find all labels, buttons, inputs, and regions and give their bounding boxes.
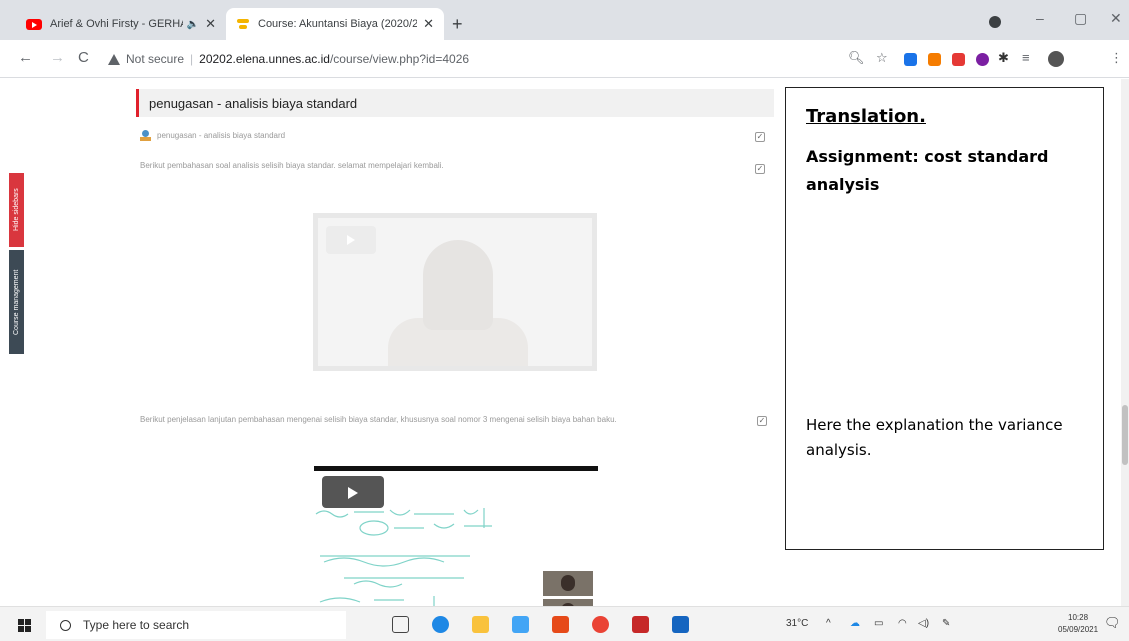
video-top-bar bbox=[314, 466, 598, 471]
puzzle-extensions-icon[interactable]: ✱ bbox=[998, 50, 1009, 66]
tab-title: Arief & Ovhi Firsty - GERHA bbox=[50, 18, 183, 30]
pdf-reader-icon[interactable] bbox=[632, 616, 649, 633]
edge-browser-icon[interactable] bbox=[432, 616, 449, 633]
completion-checkbox[interactable]: ✓ bbox=[757, 416, 767, 426]
back-button[interactable]: ← bbox=[18, 49, 33, 66]
translation-annotation: Translation. Assignment: cost standard a… bbox=[785, 87, 1104, 550]
participant-head bbox=[561, 575, 575, 591]
label-text-1: Berikut pembahasan soal analisis selisih… bbox=[140, 161, 444, 170]
translation-subtitle: Assignment: cost standard analysis bbox=[806, 147, 1049, 194]
taskbar-clock[interactable]: 10:28 05/09/2021 bbox=[1058, 612, 1098, 636]
weather-label[interactable]: 31°C bbox=[786, 618, 808, 629]
label-text: Berikut pembahasan soal analisis selisih… bbox=[140, 161, 444, 170]
security-label[interactable]: Not secure bbox=[126, 52, 184, 66]
volume-icon[interactable]: ◁) bbox=[918, 618, 929, 629]
menu-kebab-icon[interactable]: ⋮ bbox=[1110, 50, 1123, 66]
hide-sidebars-button[interactable]: Hide sidebars bbox=[9, 173, 24, 247]
taskbar-search-input[interactable]: Type here to search bbox=[46, 611, 346, 639]
course-management-button[interactable]: Course management bbox=[9, 250, 24, 354]
video-thumbnail-face bbox=[423, 240, 493, 330]
scrollbar-thumb[interactable] bbox=[1122, 405, 1128, 465]
new-tab-button[interactable]: + bbox=[452, 14, 463, 35]
forward-button[interactable]: → bbox=[50, 49, 65, 66]
activity-link-label[interactable]: penugasan - analisis biaya standard bbox=[157, 131, 285, 140]
battery-icon[interactable]: ▭ bbox=[874, 618, 883, 629]
address-bar[interactable]: Not secure | 20202.elena.unnes.ac.id /co… bbox=[108, 45, 808, 73]
unnes-favicon-icon bbox=[236, 17, 250, 31]
network-icon[interactable]: ◠ bbox=[898, 618, 907, 629]
url-path: /course/view.php?id=4026 bbox=[329, 52, 470, 66]
play-button[interactable] bbox=[326, 226, 376, 254]
whiteboard-scribble bbox=[315, 508, 492, 606]
clock-date: 05/09/2021 bbox=[1058, 625, 1099, 634]
extension-icon[interactable] bbox=[904, 53, 917, 66]
store-icon[interactable] bbox=[512, 616, 529, 633]
office-icon[interactable] bbox=[552, 616, 569, 633]
file-explorer-icon[interactable] bbox=[472, 616, 489, 633]
browser-tab-youtube[interactable]: Arief & Ovhi Firsty - GERHA 🔈 ✕ bbox=[16, 8, 226, 40]
notifications-icon[interactable]: 🗨︎ bbox=[1104, 615, 1121, 631]
video-player[interactable] bbox=[313, 213, 597, 371]
bookmark-star-icon[interactable]: ☆ bbox=[876, 50, 888, 66]
pen-icon[interactable]: ✎ bbox=[942, 618, 950, 629]
activity-link[interactable]: penugasan - analisis biaya standard bbox=[140, 130, 285, 141]
url-host: 20202.elena.unnes.ac.id bbox=[199, 52, 330, 66]
clock-time: 10:28 bbox=[1068, 613, 1089, 622]
webcam-participant bbox=[542, 598, 594, 606]
search-icon bbox=[60, 619, 71, 631]
label-text-2: Berikut penjelasan lanjutan pembahasan m… bbox=[140, 415, 617, 424]
page-scrollbar[interactable] bbox=[1121, 79, 1129, 606]
extension-icon[interactable] bbox=[976, 53, 989, 66]
play-button[interactable] bbox=[322, 476, 384, 508]
webcam-participant bbox=[542, 570, 594, 597]
extension-icon[interactable] bbox=[928, 53, 941, 66]
video-player[interactable] bbox=[314, 466, 598, 606]
app-icon[interactable] bbox=[672, 616, 689, 633]
translation-text: Here the explanation the variance analys… bbox=[806, 416, 1063, 459]
maximize-button[interactable]: ▢ bbox=[1074, 10, 1087, 27]
task-view-icon[interactable] bbox=[392, 616, 409, 633]
speaker-icon[interactable]: 🔈 bbox=[187, 19, 199, 30]
close-window-button[interactable]: ✕ bbox=[1110, 10, 1122, 27]
label-text: Berikut penjelasan lanjutan pembahasan m… bbox=[140, 415, 617, 424]
reload-button[interactable]: C bbox=[78, 49, 89, 66]
chrome-icon[interactable] bbox=[592, 616, 609, 633]
address-separator: | bbox=[190, 52, 194, 66]
section-title: penugasan - analisis biaya standard bbox=[136, 89, 774, 117]
zoom-search-icon[interactable]: 🔍︎ bbox=[848, 50, 865, 66]
tray-expand-icon[interactable]: ^ bbox=[826, 618, 831, 629]
course-page: Hide sidebars Course management penugasa… bbox=[0, 79, 1129, 606]
tab-close-icon[interactable]: ✕ bbox=[205, 16, 216, 32]
assignment-icon bbox=[140, 130, 151, 141]
windows-start-icon[interactable] bbox=[18, 619, 31, 632]
cloud-icon[interactable]: ☁ bbox=[850, 618, 860, 629]
browser-toolbar: ← → C Not secure | 20202.elena.unnes.ac.… bbox=[0, 40, 1129, 78]
translation-title: Translation. bbox=[806, 106, 926, 127]
browser-tab-strip: Arief & Ovhi Firsty - GERHA 🔈 ✕ Course: … bbox=[0, 0, 1129, 40]
profile-indicator-icon[interactable] bbox=[989, 16, 1001, 28]
tab-title: Course: Akuntansi Biaya (2020/2 bbox=[258, 18, 418, 30]
windows-taskbar: Type here to search 31°C ^ ☁ ▭ ◠ ◁) ✎ 10… bbox=[0, 606, 1129, 641]
warning-icon[interactable] bbox=[108, 53, 120, 65]
completion-checkbox[interactable]: ✓ bbox=[755, 132, 765, 142]
avatar[interactable] bbox=[1048, 51, 1064, 67]
reading-list-icon[interactable]: ≡ bbox=[1022, 50, 1030, 65]
tab-close-icon[interactable]: ✕ bbox=[423, 16, 434, 32]
browser-tab-course[interactable]: Course: Akuntansi Biaya (2020/2 ✕ bbox=[226, 8, 444, 40]
extension-icon[interactable] bbox=[952, 53, 965, 66]
youtube-icon bbox=[26, 18, 42, 30]
search-placeholder: Type here to search bbox=[83, 618, 190, 632]
completion-checkbox[interactable]: ✓ bbox=[755, 164, 765, 174]
minimize-button[interactable]: – bbox=[1036, 10, 1044, 26]
